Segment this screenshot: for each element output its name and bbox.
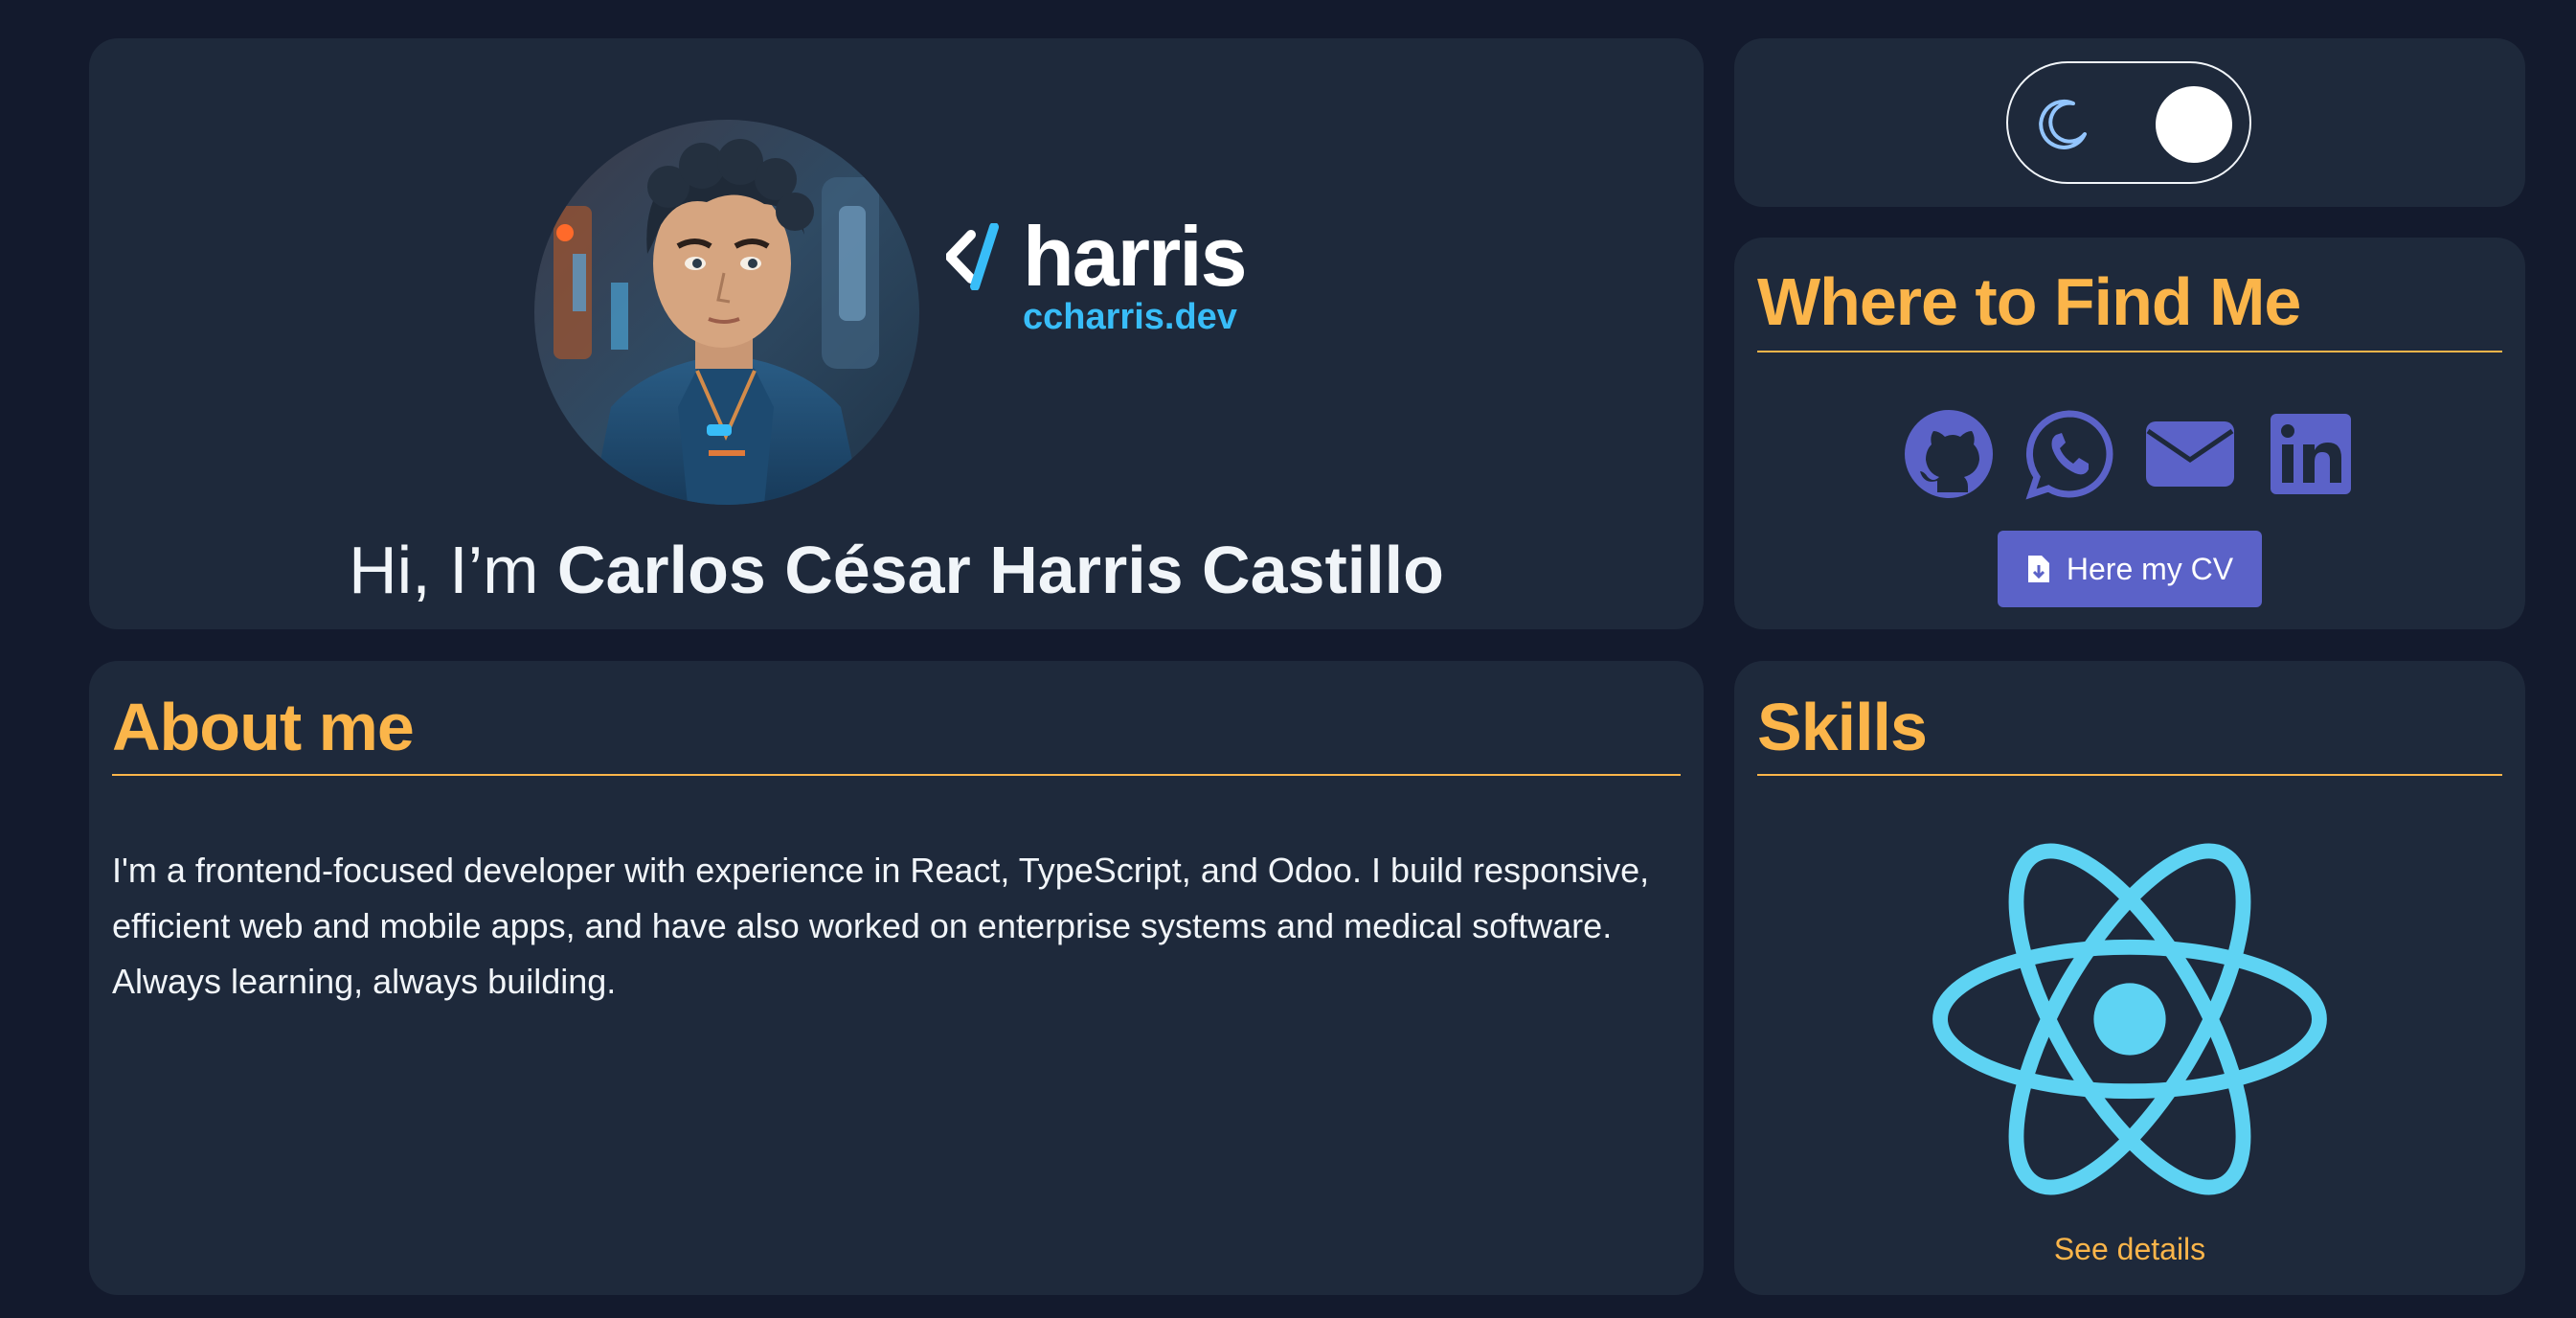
theme-toggle-card xyxy=(1734,38,2525,207)
file-download-icon xyxy=(2027,556,2049,582)
linkedin-icon[interactable] xyxy=(2265,408,2357,500)
logo-mark: harris xyxy=(946,209,1248,304)
skills-divider xyxy=(1757,774,2502,776)
skills-title: Skills xyxy=(1757,690,1928,764)
social-links xyxy=(1734,408,2525,500)
logo-text: harris xyxy=(1023,209,1248,304)
full-name: Carlos César Harris Castillo xyxy=(556,533,1444,607)
find-me-title: Where to Find Me xyxy=(1757,264,2301,339)
about-title: About me xyxy=(112,690,415,764)
avatar-illustration xyxy=(534,120,919,505)
find-me-divider xyxy=(1757,351,2502,352)
download-cv-button[interactable]: Here my CV xyxy=(1998,531,2262,607)
cv-button-label: Here my CV xyxy=(2066,551,2234,586)
hero-card: harris ccharris.dev Hi, I’m Carlos César… xyxy=(89,38,1704,629)
find-me-card: Where to Find Me Here my CV xyxy=(1734,238,2525,629)
see-details-link[interactable]: See details xyxy=(1734,1232,2525,1267)
react-icon[interactable] xyxy=(1921,833,2339,1205)
theme-toggle[interactable] xyxy=(2006,61,2251,184)
about-card: About me I'm a frontend-focused develope… xyxy=(89,661,1704,1295)
avatar xyxy=(534,120,919,505)
greeting-heading: Hi, I’m Carlos César Harris Castillo xyxy=(89,536,1704,603)
about-divider xyxy=(112,774,1681,776)
logo-domain: ccharris.dev xyxy=(1023,297,1237,337)
about-text: I'm a frontend-focused developer with ex… xyxy=(112,851,1650,1001)
toggle-knob xyxy=(2156,86,2232,163)
email-icon[interactable] xyxy=(2144,408,2236,500)
site-logo: harris ccharris.dev xyxy=(946,211,1272,335)
whatsapp-icon[interactable] xyxy=(2023,408,2115,500)
github-icon[interactable] xyxy=(1903,408,1995,500)
moon-icon xyxy=(2039,100,2087,149)
skills-card: Skills See details xyxy=(1734,661,2525,1295)
greeting-prefix: Hi, I’m xyxy=(349,533,557,607)
code-slash-icon xyxy=(946,223,999,290)
